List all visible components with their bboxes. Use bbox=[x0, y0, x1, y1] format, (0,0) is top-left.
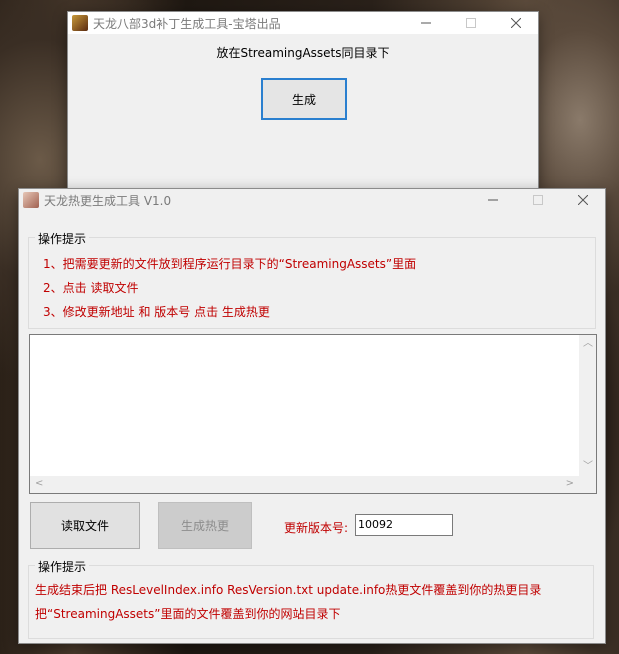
window2-titlebar[interactable]: 天龙热更生成工具 V1.0 bbox=[19, 189, 605, 211]
window1-title: 天龙八部3d补丁生成工具-宝塔出品 bbox=[93, 16, 281, 31]
scroll-up-icon[interactable]: ︿ bbox=[583, 339, 593, 349]
minimize-icon[interactable] bbox=[403, 12, 448, 34]
scroll-down-icon[interactable]: ﹀ bbox=[583, 462, 593, 472]
result-instructions-group: 操作提示 生成结束后把 ResLevelIndex.info ResVersio… bbox=[28, 558, 594, 639]
scroll-corner bbox=[579, 476, 596, 493]
scroll-right-icon[interactable]: > bbox=[566, 479, 574, 489]
instruction-line: 3、修改更新地址 和 版本号 点击 生成热更 bbox=[43, 305, 270, 319]
result-line: 把“StreamingAssets”里面的文件覆盖到你的网站目录下 bbox=[35, 607, 341, 621]
vertical-scrollbar[interactable]: ︿ ﹀ bbox=[579, 335, 596, 476]
app-icon bbox=[23, 192, 39, 208]
hot-update-window: 天龙热更生成工具 V1.0 操作提示 1、把需要更新的文件放到程序运行目录下的“… bbox=[19, 189, 605, 643]
placement-hint: 放在StreamingAssets同目录下 bbox=[216, 46, 390, 60]
window2-controls bbox=[470, 189, 605, 211]
instruction-line: 1、把需要更新的文件放到程序运行目录下的“StreamingAssets”里面 bbox=[43, 257, 417, 271]
result-legend: 操作提示 bbox=[35, 558, 90, 575]
maximize-icon[interactable] bbox=[515, 189, 560, 211]
scroll-left-icon[interactable]: < bbox=[35, 479, 43, 489]
window2-title: 天龙热更生成工具 V1.0 bbox=[44, 193, 172, 208]
result-line: 生成结束后把 ResLevelIndex.info ResVersion.txt… bbox=[35, 583, 542, 597]
window1-titlebar[interactable]: 天龙八部3d补丁生成工具-宝塔出品 bbox=[68, 12, 538, 34]
maximize-icon[interactable] bbox=[448, 12, 493, 34]
version-input[interactable]: 10092 bbox=[355, 514, 453, 536]
read-files-button[interactable]: 读取文件 bbox=[30, 502, 140, 549]
instructions-legend: 操作提示 bbox=[35, 230, 90, 247]
minimize-icon[interactable] bbox=[470, 189, 515, 211]
instruction-line: 2、点击 读取文件 bbox=[43, 281, 139, 295]
close-icon[interactable] bbox=[560, 189, 605, 211]
close-icon[interactable] bbox=[493, 12, 538, 34]
generate-button[interactable]: 生成 bbox=[261, 78, 347, 120]
horizontal-scrollbar[interactable]: < > bbox=[30, 476, 579, 493]
file-list-textarea[interactable]: ︿ ﹀ < > bbox=[29, 334, 597, 494]
window1-controls bbox=[403, 12, 538, 34]
instructions-group: 操作提示 1、把需要更新的文件放到程序运行目录下的“StreamingAsset… bbox=[28, 230, 596, 329]
generate-hot-update-button[interactable]: 生成热更 bbox=[158, 502, 252, 549]
app-icon bbox=[72, 15, 88, 31]
version-label: 更新版本号: bbox=[284, 521, 349, 535]
patch-generator-window: 天龙八部3d补丁生成工具-宝塔出品 放在StreamingAssets同目录下 … bbox=[68, 12, 538, 189]
